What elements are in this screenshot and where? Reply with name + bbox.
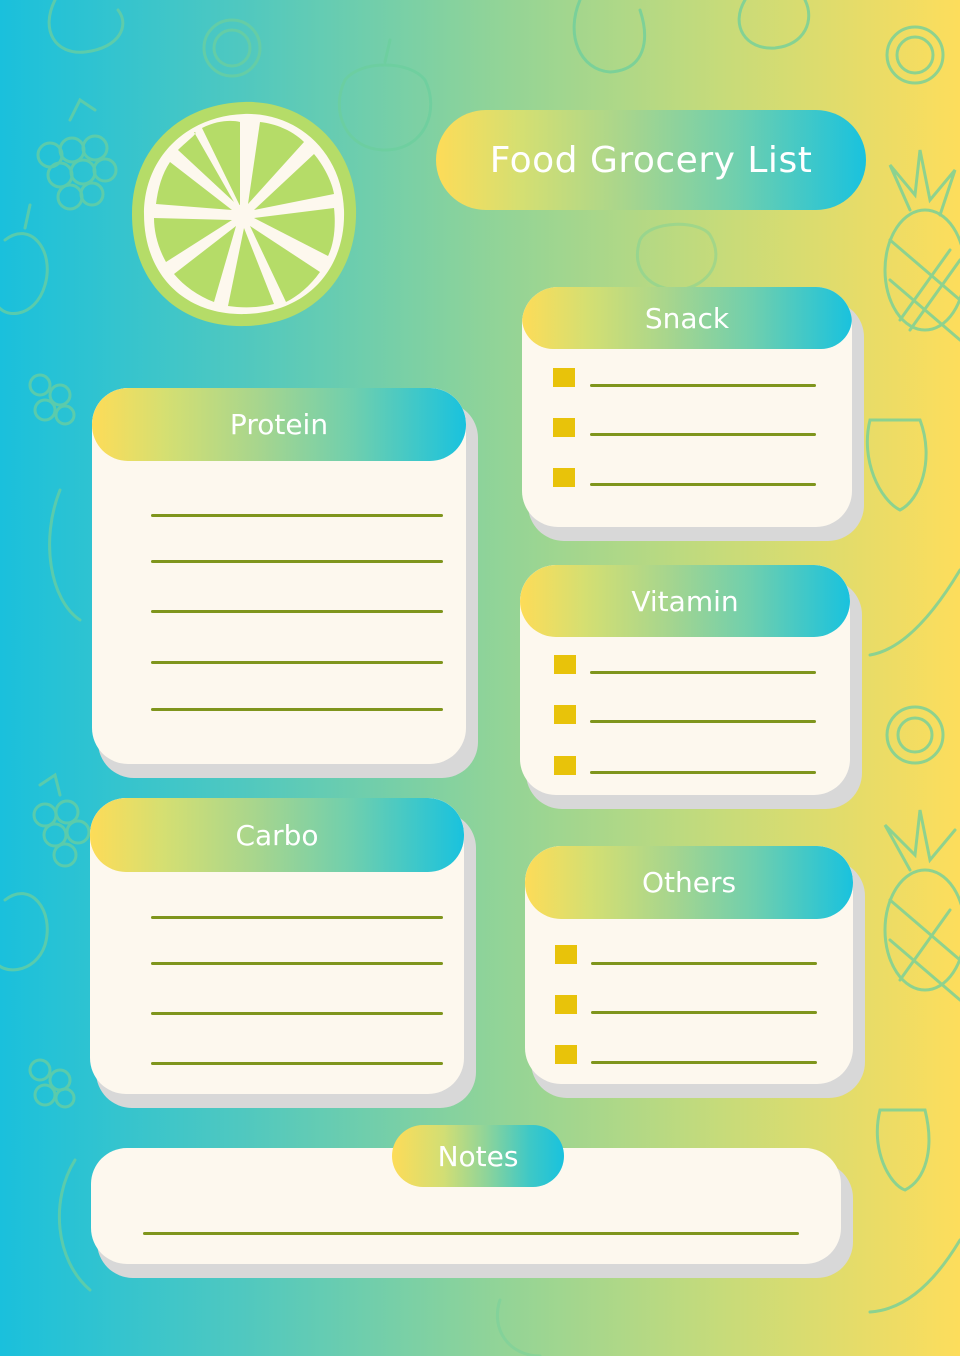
lemon-slice-doodle-icon (885, 705, 945, 765)
notes-entry-line[interactable] (143, 1232, 799, 1235)
snack-entry-line[interactable] (590, 384, 816, 387)
banana-doodle-icon (868, 568, 960, 1314)
pear-doodle-icon (572, 0, 811, 74)
protein-entry-line[interactable] (151, 560, 443, 563)
vitamin-entry-line[interactable] (590, 671, 816, 674)
lime-slice-icon (128, 98, 360, 330)
protein-entry-line[interactable] (151, 661, 443, 664)
card-body: Protein (92, 388, 466, 764)
vitamin-checkbox[interactable] (554, 705, 576, 724)
snack-checkbox[interactable] (553, 468, 575, 487)
notes-header: Notes (392, 1125, 564, 1187)
others-checkbox[interactable] (555, 995, 577, 1014)
carbo-entry-line[interactable] (151, 962, 443, 965)
snack-card: Snack (522, 287, 864, 541)
blueberries-doodle-icon (28, 373, 76, 1109)
strawberry-doodle-icon (865, 418, 931, 1192)
protein-entry-line[interactable] (151, 708, 443, 711)
protein-header: Protein (92, 388, 466, 461)
lemon-slice-doodle-icon (202, 18, 262, 78)
carbo-card: Carbo (90, 798, 476, 1108)
protein-entry-line[interactable] (151, 610, 443, 613)
others-header: Others (525, 846, 853, 919)
vitamin-checkbox[interactable] (554, 655, 576, 674)
others-entry-line[interactable] (591, 962, 817, 965)
others-entry-line[interactable] (591, 1061, 817, 1064)
vitamin-checkbox[interactable] (554, 756, 576, 775)
card-body: Vitamin (520, 565, 850, 795)
others-checkbox[interactable] (555, 945, 577, 964)
vitamin-entry-line[interactable] (590, 720, 816, 723)
pineapple-doodle-icon (883, 809, 960, 1002)
carbo-entry-line[interactable] (151, 916, 443, 919)
others-card: Others (525, 846, 865, 1098)
carbo-header: Carbo (90, 798, 464, 872)
watermelon-doodle-icon (48, 488, 92, 1292)
vitamin-entry-line[interactable] (590, 771, 816, 774)
card-body: Snack (522, 287, 852, 527)
vitamin-card: Vitamin (520, 565, 862, 809)
apple-doodle-icon (0, 892, 49, 972)
pear-doodle-icon (47, 0, 125, 54)
snack-entry-line[interactable] (590, 483, 816, 486)
grapes-doodle-icon (36, 97, 118, 211)
carbo-entry-line[interactable] (151, 1062, 443, 1065)
protein-entry-line[interactable] (151, 514, 443, 517)
snack-header: Snack (522, 287, 852, 349)
snack-checkbox[interactable] (553, 368, 575, 387)
grapes-doodle-icon (32, 772, 91, 868)
protein-card: Protein (92, 388, 478, 778)
carbo-entry-line[interactable] (151, 1012, 443, 1015)
card-body: Carbo (90, 798, 464, 1094)
snack-checkbox[interactable] (553, 418, 575, 437)
lemon-slice-doodle-icon (885, 25, 945, 85)
vitamin-header: Vitamin (520, 565, 850, 637)
card-body: Others (525, 846, 853, 1084)
others-entry-line[interactable] (591, 1011, 817, 1014)
apple-doodle-icon (0, 203, 49, 315)
others-checkbox[interactable] (555, 1045, 577, 1064)
pineapple-doodle-icon (883, 149, 960, 342)
snack-entry-line[interactable] (590, 433, 816, 436)
page-title: Food Grocery List (436, 110, 866, 210)
